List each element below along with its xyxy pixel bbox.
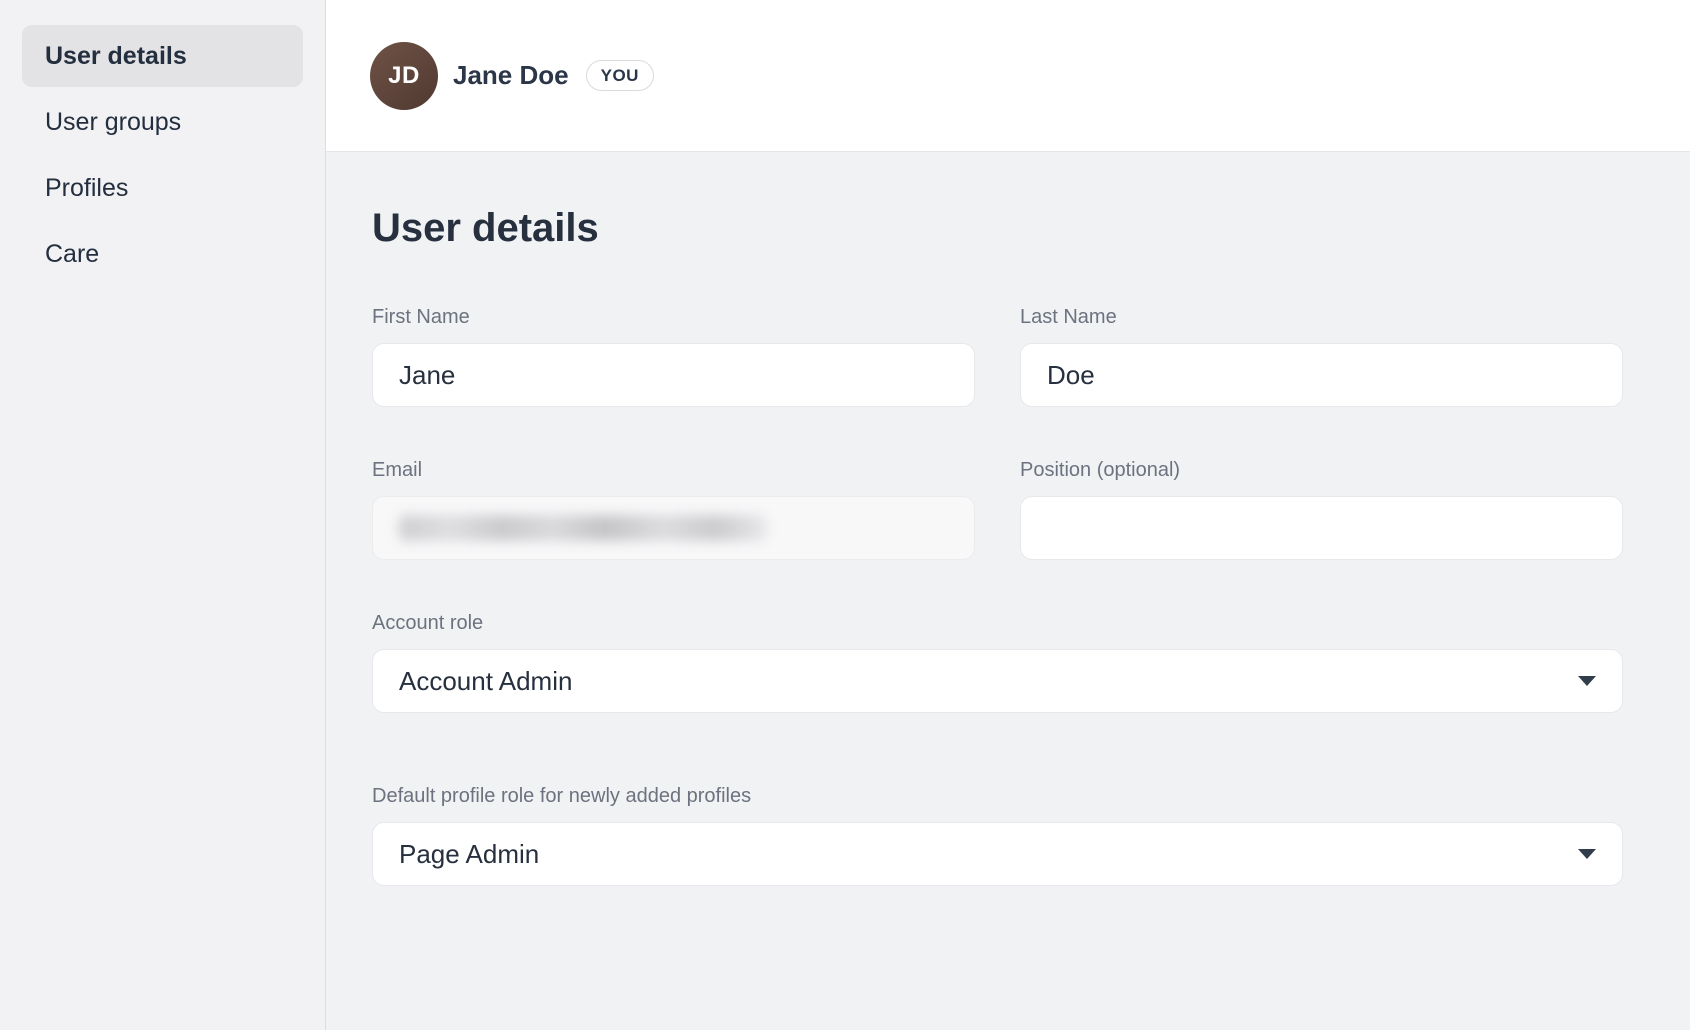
first-name-label: First Name xyxy=(372,305,975,329)
first-name-input[interactable] xyxy=(372,343,975,407)
account-role-select[interactable]: Account Admin xyxy=(372,649,1623,713)
user-name: Jane Doe xyxy=(453,60,569,91)
sidebar-nav: User details User groups Profiles Care xyxy=(22,25,303,285)
sidebar-item-label: Profiles xyxy=(45,174,128,203)
position-input[interactable] xyxy=(1020,496,1623,560)
settings-sidebar: User details User groups Profiles Care xyxy=(0,0,326,1030)
page-title: User details xyxy=(372,204,1623,252)
default-profile-role-group: Default profile role for newly added pro… xyxy=(372,784,1623,886)
account-role-value: Account Admin xyxy=(399,666,572,697)
email-group: Email xyxy=(372,458,975,560)
position-group: Position (optional) xyxy=(1020,458,1623,560)
default-profile-role-label: Default profile role for newly added pro… xyxy=(372,784,1623,808)
sidebar-item-user-details[interactable]: User details xyxy=(22,25,303,87)
user-details-panel: User details First Name Last Name Email xyxy=(326,152,1690,1030)
default-profile-role-value: Page Admin xyxy=(399,839,539,870)
user-header: JD Jane Doe YOU xyxy=(326,0,1690,152)
app-window: User details User groups Profiles Care J… xyxy=(0,0,1690,1030)
user-details-form: First Name Last Name Email xyxy=(372,305,1623,886)
default-profile-role-select[interactable]: Page Admin xyxy=(372,822,1623,886)
email-label: Email xyxy=(372,458,975,482)
position-label: Position (optional) xyxy=(1020,458,1623,482)
name-row: First Name Last Name xyxy=(372,305,1623,407)
first-name-group: First Name xyxy=(372,305,975,407)
account-role-label: Account role xyxy=(372,611,1623,635)
content-pane: JD Jane Doe YOU User details First Name … xyxy=(326,0,1690,1030)
sidebar-item-label: Care xyxy=(45,240,99,269)
last-name-group: Last Name xyxy=(1020,305,1623,407)
last-name-input[interactable] xyxy=(1020,343,1623,407)
chevron-down-icon xyxy=(1578,849,1596,859)
redacted-email-blur xyxy=(399,515,767,541)
email-field-redacted xyxy=(372,496,975,560)
chevron-down-icon xyxy=(1578,676,1596,686)
avatar-initials: JD xyxy=(388,62,420,90)
sidebar-item-label: User groups xyxy=(45,108,181,137)
account-role-group: Account role Account Admin xyxy=(372,611,1623,713)
sidebar-item-label: User details xyxy=(45,42,187,71)
you-badge: YOU xyxy=(586,60,654,91)
sidebar-item-user-groups[interactable]: User groups xyxy=(22,91,303,153)
avatar: JD xyxy=(370,42,438,110)
sidebar-item-profiles[interactable]: Profiles xyxy=(22,157,303,219)
last-name-label: Last Name xyxy=(1020,305,1623,329)
email-position-row: Email Position (optional) xyxy=(372,458,1623,560)
sidebar-item-care[interactable]: Care xyxy=(22,223,303,285)
